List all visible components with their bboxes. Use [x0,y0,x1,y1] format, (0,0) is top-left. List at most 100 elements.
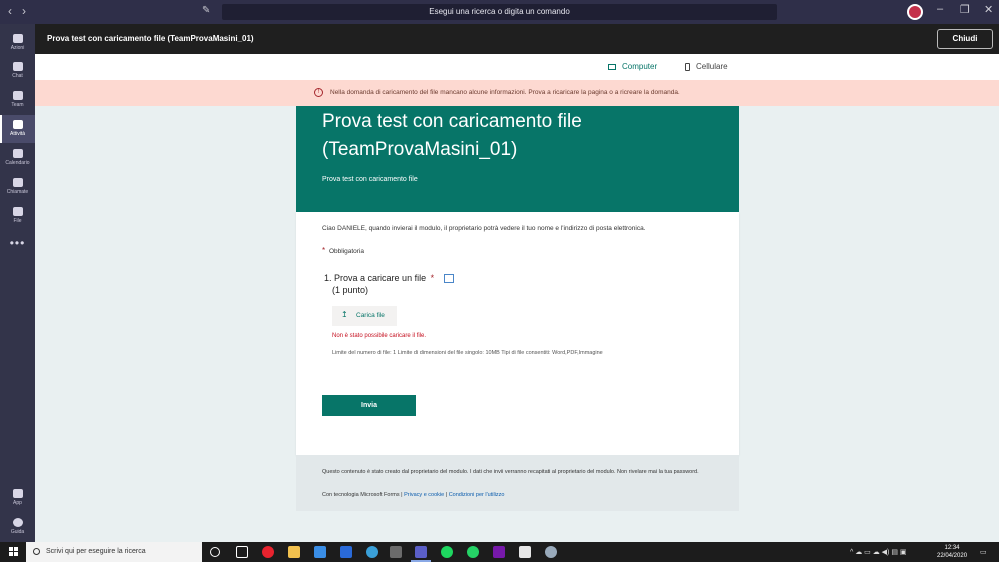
opera-icon[interactable] [262,546,274,558]
avatar[interactable] [907,4,923,20]
command-search-box[interactable]: Esegui una ricerca o digita un comando [222,4,777,20]
apps-icon [12,489,23,498]
mobile-label: Cellulare [696,62,728,71]
system-tray[interactable]: ^ ☁ ▭ ☁ ◀) ▤ ▣ [850,548,907,556]
minimize-icon[interactable]: – [937,3,943,15]
upload-label: Carica file [356,312,385,319]
immersive-reader-icon[interactable] [443,274,454,284]
app-icon-2[interactable] [545,546,557,558]
terms-link[interactable]: Condizioni per l'utilizzo [449,492,505,498]
rail-item-chiamate[interactable]: Chiamate [0,173,35,201]
bell-icon [12,34,23,43]
rail-item-label: Chiamate [6,189,29,195]
rail-item-label: Team [11,102,24,108]
rail-item-label: Chat [12,73,23,79]
required-star: * [322,246,326,255]
warning-text: Nella domanda di caricamento del file ma… [330,89,680,96]
rail-item-label: Attività [9,131,25,137]
help-icon [12,518,23,527]
file-explorer-icon[interactable] [288,546,300,558]
rail-item-label: Guida [10,529,25,535]
taskbar-clock[interactable]: 12:34 22/04/2020 [937,544,967,560]
chat-icon [12,62,23,71]
close-window-icon[interactable]: ✕ [984,3,993,16]
computer-view-toggle[interactable]: Computer [608,62,657,71]
question-points: (1 punto) [332,285,369,295]
maximize-icon[interactable]: ❐ [960,3,970,16]
form-subtitle: Prova test con caricamento file [322,176,418,183]
question-required-star: * [430,273,435,283]
onenote-icon[interactable] [493,546,505,558]
rail-item-guida[interactable]: Guida [0,513,35,541]
title-bar: ‹ › ✎ Esegui una ricerca o digita un com… [0,0,999,24]
team-icon [12,91,23,100]
store-icon[interactable] [314,546,326,558]
rail-item-chat[interactable]: Chat [0,57,35,85]
page-header: Prova test con caricamento file (TeamPro… [35,24,999,54]
question-title: 1. Prova a caricare un file * [324,273,454,284]
whatsapp-icon[interactable] [467,546,479,558]
calendar-icon [12,149,23,158]
required-note: * Obbligatoria [322,246,364,255]
more-apps-icon[interactable]: ••• [0,236,35,250]
forward-icon[interactable]: › [22,4,26,18]
monitor-icon [608,63,616,70]
app-rail: Azioni Chat Team Attività Calendario Chi… [0,24,35,542]
rail-item-app[interactable]: App [0,484,35,512]
upload-limits: Limite del numero di file: 1 Limite di d… [332,350,603,356]
notifications-icon[interactable]: ▭ [980,548,987,556]
upload-icon: ↥ [341,310,348,319]
spotify-icon[interactable] [441,546,453,558]
rail-item-label: Calendario [5,160,30,166]
rail-item-azioni[interactable]: Azioni [0,29,35,57]
back-icon[interactable]: ‹ [8,4,12,18]
rail-item-calendario[interactable]: Calendario [0,144,35,172]
compose-icon[interactable]: ✎ [202,5,214,17]
mobile-view-toggle[interactable]: Cellulare [685,62,728,71]
mail-icon[interactable] [340,546,352,558]
windows-start-icon[interactable] [9,547,19,557]
close-button[interactable]: Chiudi [937,29,993,49]
submit-button[interactable]: Invia [322,395,416,416]
cortana-icon[interactable] [210,547,220,557]
warning-icon: ! [314,88,323,97]
rail-item-attivita[interactable]: Attività [0,115,35,143]
phone-icon [685,62,690,71]
footer-links: Con tecnologia Microsoft Forms | Privacy… [322,492,504,498]
question-number: 1. [324,273,332,283]
powered-by-text: Con tecnologia Microsoft Forms | [322,492,403,498]
taskbar-search-box[interactable]: Scrivi qui per eseguire la ricerca [26,542,202,562]
upload-file-button[interactable]: ↥ Carica file [332,306,397,326]
rail-item-label: Azioni [10,45,25,51]
search-icon [33,548,40,555]
teams-icon[interactable] [411,546,431,562]
privacy-link[interactable]: Privacy e cookie [404,492,444,498]
clock-time: 12:34 [944,545,960,551]
app-icon[interactable] [390,546,402,558]
device-preview-bar: Computer Cellulare [35,54,999,80]
upload-error-message: Non è stato possibile caricare il file. [332,333,427,339]
rail-item-file[interactable]: File [0,202,35,230]
task-view-icon[interactable] [236,546,248,558]
footer-notice: Questo contenuto è stato creato dal prop… [322,469,699,475]
rail-item-team[interactable]: Team [0,86,35,114]
taskbar-search-placeholder: Scrivi qui per eseguire la ricerca [46,548,146,555]
required-label: Obbligatoria [328,248,364,255]
phone-icon [12,178,23,187]
warning-banner: ! Nella domanda di caricamento del file … [35,80,999,106]
file-icon [12,207,23,216]
footer-separator: | [445,492,448,498]
rail-item-label: App [13,500,22,506]
os-taskbar: Scrivi qui per eseguire la ricerca ^ ☁ ▭… [0,542,999,562]
question-text: Prova a caricare un file [334,273,427,283]
edge-icon[interactable] [366,546,378,558]
clock-date: 22/04/2020 [937,553,968,559]
computer-label: Computer [622,62,658,71]
page-title: Prova test con caricamento file (TeamPro… [47,34,254,43]
notes-icon[interactable] [519,546,531,558]
rail-item-label: File [13,218,22,224]
assignments-icon [12,120,23,129]
form-footer: Questo contenuto è stato creato dal prop… [296,455,739,511]
greeting-text: Ciao DANIELE, quando invierai il modulo,… [322,225,646,232]
form-body: Ciao DANIELE, quando invierai il modulo,… [296,212,739,455]
